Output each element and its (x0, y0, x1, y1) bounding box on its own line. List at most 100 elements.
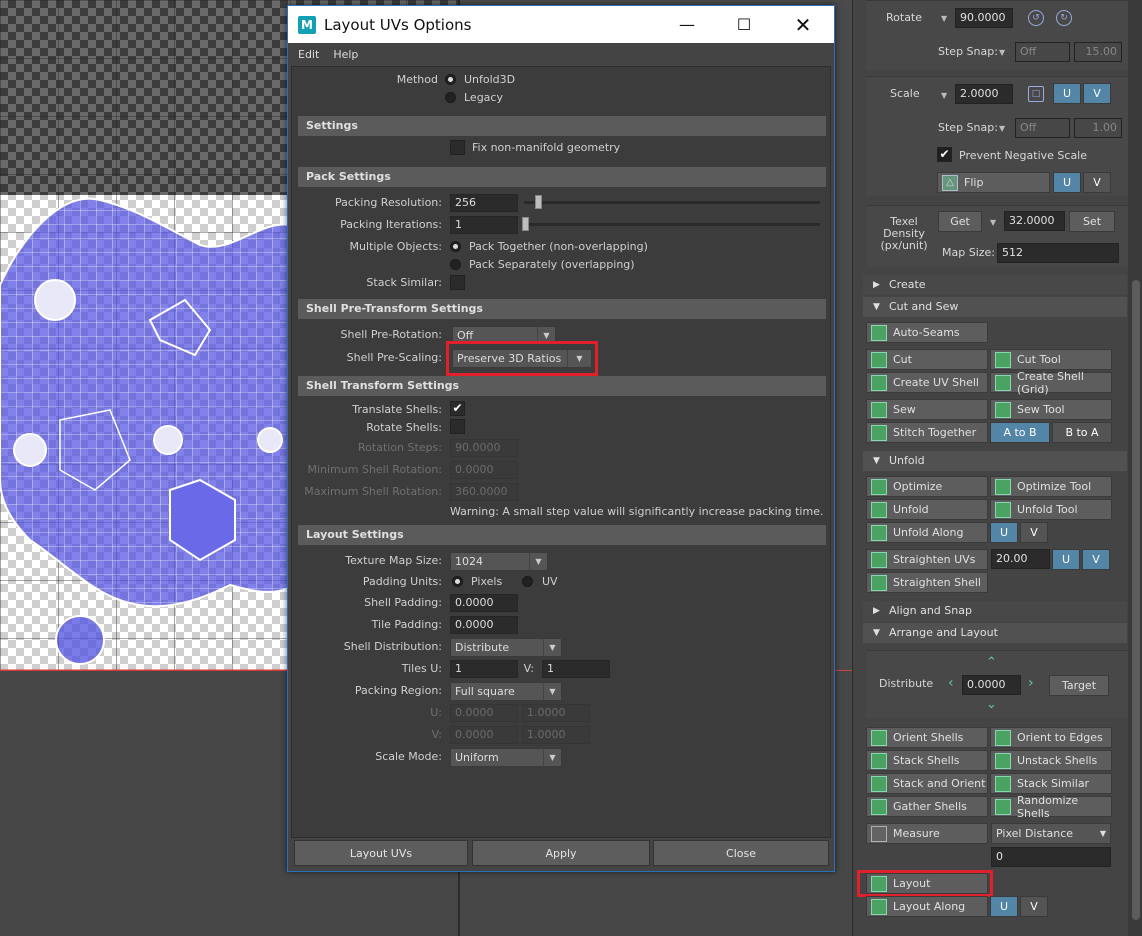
apply-button[interactable]: Apply (472, 840, 650, 866)
scale-mode-dropdown[interactable]: Uniform ▼ (450, 748, 562, 767)
menu-edit[interactable]: Edit (298, 48, 319, 61)
scale-u-toggle[interactable]: U (1053, 83, 1081, 104)
flip-v-toggle[interactable]: V (1083, 172, 1111, 193)
packing-iterations-slider[interactable] (524, 223, 820, 226)
cut-tool-button[interactable]: Cut Tool (990, 349, 1112, 370)
layout-along-u-toggle[interactable]: U (990, 896, 1018, 917)
region-v-min-field[interactable]: 0.0000 (450, 726, 518, 744)
minimize-icon[interactable]: — (664, 6, 710, 43)
rotate-step-snap-dropdown[interactable]: Off (1015, 42, 1070, 62)
stack-similar-button[interactable]: Stack Similar (990, 773, 1112, 794)
section-create[interactable]: ▶ Create (863, 275, 1127, 295)
method-unfold3d-radio[interactable] (445, 74, 456, 85)
tiles-v-field[interactable]: 1 (542, 660, 610, 678)
packing-region-dropdown[interactable]: Full square ▼ (450, 682, 562, 701)
shell-padding-field[interactable]: 0.0000 (450, 594, 518, 612)
pack-separately-radio[interactable] (450, 259, 461, 270)
unfold-along-v-toggle[interactable]: V (1020, 522, 1048, 543)
cut-button[interactable]: Cut (866, 349, 988, 370)
scale-snap-value-field[interactable]: 1.00 (1074, 118, 1122, 138)
tile-padding-field[interactable]: 0.0000 (450, 616, 518, 634)
layout-along-v-toggle[interactable]: V (1020, 896, 1048, 917)
chevron-down-icon[interactable]: ▼ (999, 48, 1005, 57)
chevron-down-icon[interactable]: ▼ (999, 124, 1005, 133)
section-cut-and-sew[interactable]: ▼ Cut and Sew (863, 297, 1127, 317)
region-u-max-field[interactable]: 1.0000 (522, 704, 590, 722)
straighten-v-toggle[interactable]: V (1082, 549, 1110, 570)
section-arrange-and-layout[interactable]: ▼ Arrange and Layout (863, 623, 1127, 643)
distribute-target-button[interactable]: Target (1049, 675, 1109, 696)
region-v-max-field[interactable]: 1.0000 (522, 726, 590, 744)
sew-button[interactable]: Sew (866, 399, 988, 420)
gather-shells-button[interactable]: Gather Shells (866, 796, 988, 817)
panel-scrollbar[interactable] (1128, 0, 1142, 936)
randomize-shells-button[interactable]: Randomize Shells (990, 794, 1112, 820)
sew-tool-button[interactable]: Sew Tool (990, 399, 1112, 420)
padding-pixels-radio[interactable] (452, 576, 463, 587)
region-u-min-field[interactable]: 0.0000 (450, 704, 518, 722)
pack-together-radio[interactable] (450, 241, 461, 252)
orient-to-edges-button[interactable]: Orient to Edges (990, 727, 1112, 748)
packing-iterations-field[interactable]: 1 (450, 216, 518, 234)
unstack-shells-button[interactable]: Unstack Shells (990, 750, 1112, 771)
measure-button[interactable]: Measure (866, 823, 988, 844)
straighten-shell-button[interactable]: Straighten Shell (866, 572, 988, 593)
straighten-u-toggle[interactable]: U (1052, 549, 1080, 570)
shell-distribution-dropdown[interactable]: Distribute ▼ (450, 638, 562, 657)
method-legacy-radio[interactable] (445, 92, 456, 103)
stack-similar-checkbox[interactable] (450, 275, 465, 290)
flip-u-toggle[interactable]: U (1053, 172, 1081, 193)
section-settings[interactable]: Settings (298, 116, 826, 136)
packing-iterations-slider-handle[interactable] (522, 217, 529, 231)
padding-uv-radio[interactable] (522, 576, 533, 587)
close-icon[interactable]: ✕ (780, 6, 826, 43)
distribute-field[interactable]: 0.0000 (962, 675, 1021, 695)
section-align-and-snap[interactable]: ▶ Align and Snap (863, 601, 1127, 621)
unfold-tool-button[interactable]: Unfold Tool (990, 499, 1112, 520)
maximize-icon[interactable]: ☐ (721, 6, 767, 43)
flip-button[interactable]: △ Flip (937, 172, 1050, 193)
create-shell-grid-button[interactable]: Create Shell (Grid) (990, 370, 1112, 396)
layout-uvs-button[interactable]: Layout UVs (294, 840, 468, 866)
layout-along-button[interactable]: Layout Along (866, 896, 988, 917)
prevent-negative-scale-checkbox[interactable]: ✔ (937, 147, 952, 162)
translate-shells-checkbox[interactable]: ✔ (450, 401, 465, 416)
rotation-steps-field[interactable]: 90.0000 (450, 439, 518, 457)
stitch-together-button[interactable]: Stitch Together (866, 422, 988, 443)
section-layout-settings[interactable]: Layout Settings (298, 525, 826, 545)
unfold-button[interactable]: Unfold (866, 499, 988, 520)
uv-shell-small[interactable] (55, 615, 105, 665)
unfold-along-u-toggle[interactable]: U (990, 522, 1018, 543)
section-pack-settings[interactable]: Pack Settings (298, 167, 826, 187)
measure-units-dropdown[interactable]: Pixel Distance ▼ (991, 823, 1111, 844)
section-shell-pre-transform[interactable]: Shell Pre-Transform Settings (298, 299, 826, 319)
scale-field[interactable]: 2.0000 (955, 84, 1013, 104)
unfold-along-button[interactable]: Unfold Along (866, 522, 988, 543)
menu-help[interactable]: Help (333, 48, 358, 61)
scale-step-snap-dropdown[interactable]: Off (1015, 118, 1070, 138)
a-to-b-toggle[interactable]: A to B (990, 422, 1050, 443)
create-uv-shell-button[interactable]: Create UV Shell (866, 372, 988, 393)
texel-density-field[interactable]: 32.0000 (1004, 211, 1065, 231)
close-button[interactable]: Close (653, 840, 829, 866)
section-unfold[interactable]: ▼ Unfold (863, 451, 1127, 471)
packing-resolution-slider-handle[interactable] (535, 195, 542, 209)
max-shell-rotation-field[interactable]: 360.0000 (450, 483, 518, 501)
optimize-tool-button[interactable]: Optimize Tool (990, 476, 1112, 497)
b-to-a-toggle[interactable]: B to A (1052, 422, 1112, 443)
scale-fit-icon[interactable]: □ (1028, 86, 1044, 102)
measure-value-field[interactable]: 0 (991, 847, 1111, 867)
distribute-up-icon[interactable]: ⌃ (986, 655, 997, 670)
texel-set-button[interactable]: Set (1069, 211, 1115, 232)
stack-and-orient-button[interactable]: Stack and Orient (866, 773, 988, 794)
rotate-ccw-icon[interactable]: ↺ (1028, 10, 1044, 26)
straighten-angle-field[interactable]: 20.00 (991, 549, 1050, 569)
straighten-uvs-button[interactable]: Straighten UVs (866, 549, 988, 570)
chevron-down-icon[interactable]: ▼ (941, 91, 947, 100)
texel-get-button[interactable]: Get (938, 211, 982, 232)
chevron-down-icon[interactable]: ▼ (990, 218, 996, 227)
map-size-field[interactable]: 512 (997, 243, 1119, 263)
panel-scrollbar-thumb[interactable] (1132, 280, 1140, 920)
packing-resolution-field[interactable]: 256 (450, 194, 518, 212)
options-scroll-area[interactable]: Method Unfold3D Legacy Settings Fix non-… (291, 66, 831, 838)
